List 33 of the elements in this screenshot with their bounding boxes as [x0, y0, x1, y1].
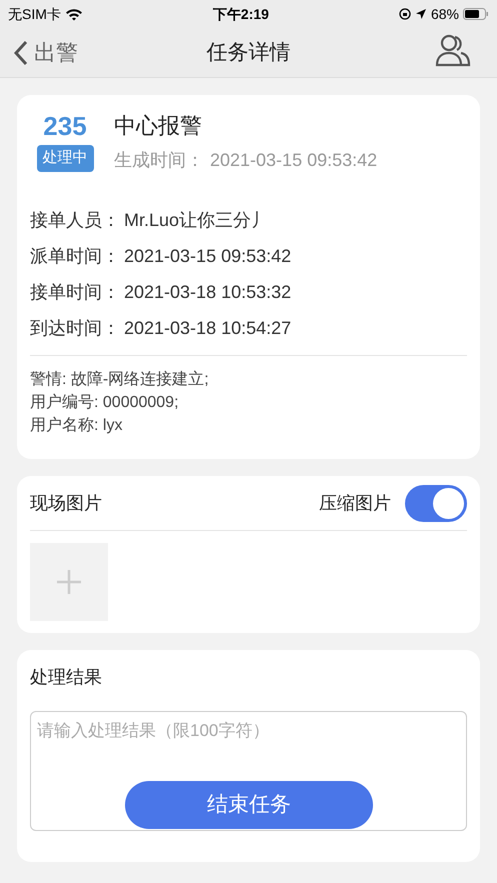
lock-rotation-icon: [398, 8, 411, 20]
page-title: 任务详情: [206, 40, 290, 66]
field-label: 接单时间：: [30, 281, 120, 304]
created-label: 生成时间：: [114, 149, 204, 172]
field-label: 派单时间：: [30, 245, 120, 268]
clock-text: 下午2:19: [212, 4, 269, 24]
field-label: 接单人员：: [30, 209, 120, 232]
battery-icon: [462, 8, 489, 20]
alarm-info-line: 用户名称: lyx: [30, 416, 124, 436]
chevron-left-icon: [14, 40, 28, 66]
wifi-icon: [64, 8, 83, 20]
field-value: 2021-03-18 10:54:27: [124, 317, 292, 340]
field-value: 2021-03-15 09:53:42: [124, 245, 292, 268]
task-number: 235: [43, 110, 87, 143]
compress-toggle[interactable]: [405, 484, 467, 522]
field-label: 到达时间：: [30, 317, 120, 340]
battery-percent: 68%: [430, 4, 459, 24]
finish-task-button[interactable]: 结束任务: [125, 781, 373, 829]
location-arrow-icon: [414, 8, 427, 20]
compress-label: 压缩图片: [319, 492, 391, 514]
plus-icon: [56, 569, 82, 595]
users-icon[interactable]: [435, 33, 471, 67]
field-value: Mr.Luo让你三分丿: [124, 209, 270, 232]
alarm-info-line: 用户编号: 00000009;: [30, 392, 180, 413]
carrier-text: 无SIM卡: [8, 4, 61, 24]
task-type: 中心报警: [114, 112, 203, 140]
created-time: 2021-03-15 09:53:42: [210, 149, 378, 172]
back-button[interactable]: 出警: [14, 36, 78, 69]
alarm-info-line: 警情: 故障-网络连接建立;: [30, 370, 210, 390]
field-value: 2021-03-18 10:53:32: [124, 281, 292, 304]
status-badge: 处理中: [36, 145, 94, 172]
section-title: 现场图片: [30, 492, 102, 514]
section-title: 处理结果: [30, 666, 103, 689]
